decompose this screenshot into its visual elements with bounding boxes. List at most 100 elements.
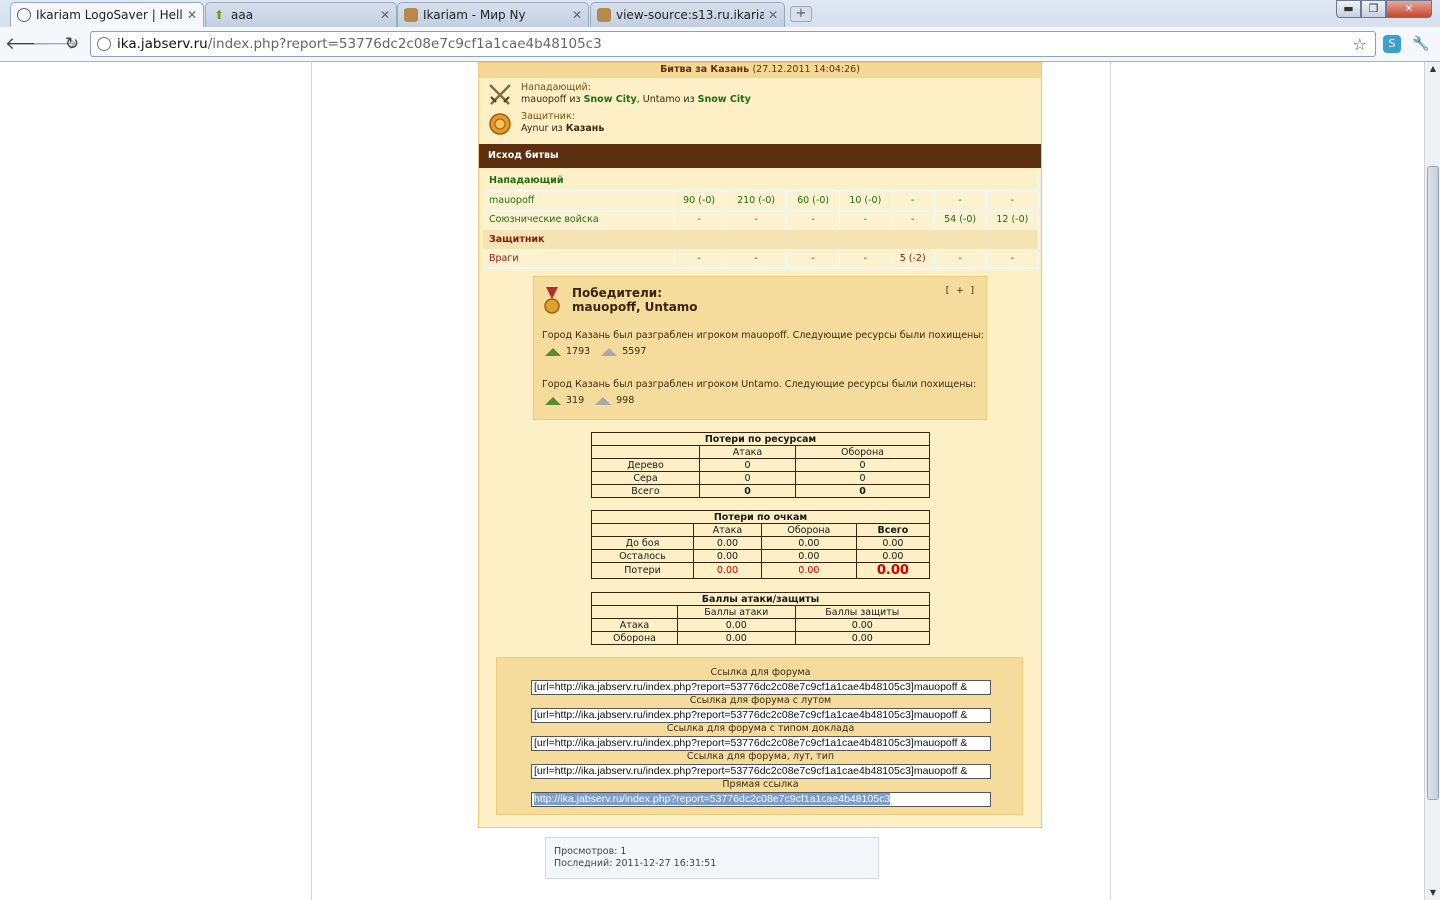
row-label: Всего [591, 484, 700, 498]
close-tab-icon[interactable]: ✕ [572, 8, 582, 22]
forum-type-link-field[interactable]: [url=http://ika.jabserv.ru/index.php?rep… [531, 736, 991, 751]
unit-count: 10 (-0) [839, 190, 892, 211]
last-viewed: Последний: 2011-12-27 16:31:51 [554, 858, 717, 869]
unit-count: - [725, 249, 788, 269]
defender-player[interactable]: Aynur [521, 123, 548, 134]
views-info: Просмотров: 1 Последний: 2011-12-27 16:3… [545, 837, 879, 879]
total-loss-value: 0.00 [855, 562, 931, 579]
scrollbar-thumb[interactable] [1427, 166, 1439, 800]
unit-count: - [673, 210, 726, 230]
expand-toggle[interactable]: [ + ] [946, 286, 976, 296]
attacker-header: Нападающий [483, 171, 1039, 191]
empty-cell [591, 523, 694, 537]
column-header: Атака [693, 523, 762, 537]
tab-title: view-source:s13.ru.ikariam. [616, 8, 764, 22]
battle-date: (27.12.2011 14:04:26) [752, 64, 860, 75]
defense-value: 0.00 [760, 536, 857, 550]
url-path: /index.php?report=53776dc2c08e7c9cf1a1ca… [207, 36, 602, 52]
link-label: Ссылка для форума [710, 667, 811, 678]
forum-link-field[interactable]: [url=http://ika.jabserv.ru/index.php?rep… [531, 680, 991, 695]
attacker-player[interactable]: Untamo [643, 94, 681, 105]
resource-losses-table: Потери по ресурсам Атака Оборона Дерево 0 0… [591, 432, 930, 498]
url-text[interactable]: ika.jabserv.ru/index.php?report=53776dc2… [117, 36, 602, 52]
forum-loot-link-field[interactable]: [url=http://ika.jabserv.ru/index.php?rep… [531, 708, 991, 723]
marble-amount: 5597 [622, 346, 647, 357]
loot-resources: 1793 5597 [544, 346, 646, 357]
defense-total: 0 [795, 484, 930, 498]
empty-cell [591, 605, 678, 619]
bookmark-star-icon[interactable]: ☆ [1353, 35, 1367, 54]
attacker-player[interactable]: mauopoff [521, 94, 566, 105]
wrench-icon[interactable]: 🔧 [1412, 35, 1430, 53]
unit-count: 5 (-2) [891, 249, 935, 269]
attacker-city[interactable]: Snow City [698, 94, 751, 105]
wood-amount: 319 [566, 395, 585, 406]
attack-value: 0.00 [693, 562, 762, 579]
unit-owner-name[interactable]: mauopoff [483, 190, 674, 211]
unit-count: 60 (-0) [786, 190, 840, 211]
defense-value: 0.00 [760, 549, 857, 563]
close-tab-icon[interactable]: ✕ [380, 8, 390, 22]
winners-names: mauopoff, Untamo [572, 300, 698, 314]
unit-owner-name: Союзнические войска [483, 210, 674, 230]
direct-link-field[interactable]: http://ika.jabserv.ru/index.php?report=5… [531, 792, 991, 807]
unit-count: - [986, 249, 1040, 269]
close-window-button[interactable]: ✕ [1386, 0, 1432, 18]
from-text: из [548, 123, 566, 134]
table-row: Потери 0.00 0.00 0.00 [591, 562, 931, 579]
tab-view-source[interactable]: view-source:s13.ru.ikariam. ✕ [590, 2, 785, 27]
table-row: Дерево 0 0 [591, 458, 930, 472]
unit-count: 90 (-0) [673, 190, 726, 211]
reload-button[interactable]: ↻ [61, 33, 83, 55]
row-label: Атака [591, 618, 678, 632]
vertical-scrollbar[interactable]: ▲ ▼ [1424, 62, 1440, 900]
back-button[interactable]: 🡐 [5, 33, 51, 55]
battle-report: Битва за Казань (27.12.2011 14:04:26) На… [478, 62, 1042, 828]
winners-panel: Победители: mauopoff, Untamo [ + ] Город … [533, 276, 987, 420]
row-label: Оборона [591, 631, 678, 645]
defender-label: Защитник: [521, 111, 575, 122]
skype-extension-icon[interactable]: S [1383, 35, 1401, 53]
table-caption: Потери по ресурсам [591, 432, 930, 446]
attacker-city[interactable]: Snow City [584, 94, 637, 105]
browser-toolbar: 🡐 🡒 ↻ ika.jabserv.ru/index.php?report=53… [0, 27, 1440, 62]
close-tab-icon[interactable]: ✕ [768, 8, 778, 22]
point-losses-table: Потери по очкам Атака Оборона Всего До боя… [591, 510, 931, 579]
link-label: Ссылка для форума с типом доклада [666, 723, 855, 734]
address-bar[interactable]: ika.jabserv.ru/index.php?report=53776dc2… [90, 31, 1376, 57]
forum-loot-type-link-field[interactable]: [url=http://ika.jabserv.ru/index.php?rep… [531, 764, 991, 779]
new-tab-button[interactable]: + [790, 6, 812, 22]
scroll-up-icon[interactable]: ▲ [1425, 62, 1440, 76]
unit-count: - [725, 210, 788, 230]
globe-icon [17, 8, 31, 22]
attack-value: 0.00 [693, 536, 762, 550]
tab-ikariam-mir[interactable]: Ikariam - Мир Ny ✕ [397, 2, 589, 27]
loot-text: Город Казань был разграблен игроком Unta… [542, 379, 977, 390]
table-row: mauopoff 90 (-0) 210 (-0) 60 (-0) 10 (-0… [483, 190, 1040, 211]
unit-count: - [934, 249, 987, 269]
table-row: Всего 0 0 [591, 484, 930, 498]
marble-icon [594, 396, 612, 406]
unit-count: - [986, 190, 1040, 211]
shield-icon [487, 111, 513, 137]
tab-strip: Ikariam LogoSaver | Hello ✕ ⬆ aaa ✕ Ikar… [0, 0, 1440, 27]
close-tab-icon[interactable]: ✕ [187, 8, 197, 22]
battle-title: Битва за Казань (27.12.2011 14:04:26) [479, 63, 1041, 78]
defense-value: 0.00 [760, 562, 857, 579]
link-label: Прямая ссылка [722, 779, 799, 790]
total-value: 0.00 [855, 549, 931, 563]
defender-city[interactable]: Казань [566, 123, 605, 134]
unit-count: 54 (-0) [934, 210, 987, 230]
tab-title: Ikariam - Мир Ny [423, 8, 526, 22]
tab-aaa[interactable]: ⬆ aaa ✕ [205, 2, 397, 27]
tab-ikariam-logosaver[interactable]: Ikariam LogoSaver | Hello ✕ [10, 2, 204, 27]
scroll-down-icon[interactable]: ▼ [1425, 886, 1440, 900]
minimize-button[interactable]: ▬ [1336, 0, 1361, 18]
row-label: Потери [591, 562, 694, 579]
defense-value: 0 [795, 458, 930, 472]
defender-header: Защитник [483, 229, 1039, 250]
tab-title: Ikariam LogoSaver | Hello [36, 8, 183, 22]
maximize-button[interactable]: ❐ [1361, 0, 1386, 18]
forward-button[interactable]: 🡒 [32, 33, 78, 55]
table-row: Осталось 0.00 0.00 0.00 [591, 549, 931, 563]
